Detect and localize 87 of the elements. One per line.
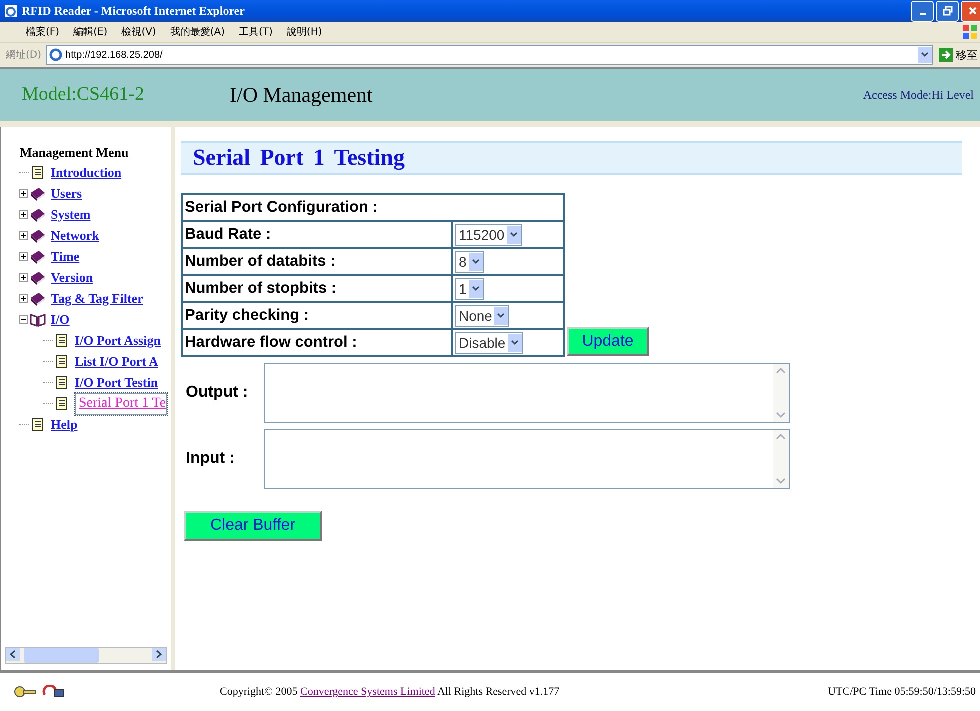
arrow-right-icon	[939, 48, 953, 62]
go-button[interactable]: 移至	[937, 48, 980, 62]
copyright-text: Copyright© 2005 Convergence Systems Limited All Rights Reserved v1.177	[220, 686, 561, 698]
dropdown[interactable]: 8	[455, 250, 484, 272]
output-label: Output :	[185, 384, 250, 402]
chevron-down-icon	[921, 52, 929, 58]
menu-item[interactable]: 我的最愛(A)	[170, 25, 225, 39]
horizontal-scrollbar[interactable]	[5, 647, 167, 664]
minimize-icon	[920, 13, 926, 15]
dropdown[interactable]: 1	[455, 278, 484, 300]
computer-icon	[42, 685, 66, 699]
close-button[interactable]	[961, 0, 980, 22]
key-icon	[14, 685, 38, 699]
menu-link[interactable]: I/O	[51, 312, 70, 328]
menu-link[interactable]: I/O Port Assign	[75, 332, 161, 348]
menu-link[interactable]: I/O Port Testin	[75, 374, 158, 390]
scroll-left-icon[interactable]	[6, 648, 20, 661]
dropdown-button[interactable]	[918, 47, 932, 63]
document-icon	[30, 166, 46, 180]
setting-label: Number of databits :	[182, 248, 452, 275]
update-button[interactable]: Update	[567, 327, 649, 356]
document-icon	[30, 418, 46, 432]
book-icon	[30, 186, 46, 200]
window-title: RFID Reader - Microsoft Internet Explorer	[22, 4, 246, 18]
menu-item[interactable]: 檢視(V)	[122, 25, 156, 39]
setting-label: Parity checking :	[182, 302, 452, 329]
menu-link[interactable]: Network	[51, 228, 100, 244]
expand-icon[interactable]	[19, 210, 28, 219]
document-icon	[54, 376, 70, 390]
menu-link[interactable]: List I/O Port A	[75, 354, 158, 370]
expand-icon[interactable]	[19, 231, 28, 240]
company-link[interactable]: Convergence Systems Limited	[300, 686, 436, 698]
document-icon	[54, 396, 70, 410]
restore-button[interactable]	[936, 0, 959, 22]
book-icon	[30, 208, 46, 222]
address-label: 網址(D)	[6, 48, 42, 62]
book-icon	[30, 250, 46, 264]
chevron-down-icon	[497, 312, 506, 318]
collapse-icon[interactable]	[19, 315, 28, 324]
close-icon	[968, 6, 978, 16]
dropdown[interactable]: 115200	[455, 224, 522, 246]
address-field[interactable]: http://192.168.25.208/	[46, 45, 933, 65]
menu-link[interactable]: Users	[51, 186, 82, 202]
menu-item[interactable]: 工具(T)	[239, 25, 273, 39]
open-book-icon	[30, 312, 46, 326]
chevron-down-icon	[472, 286, 480, 292]
model-label: Model:CS461-2	[22, 84, 146, 106]
setting-label: Number of stopbits :	[182, 275, 452, 302]
scroll-right-icon[interactable]	[152, 648, 166, 661]
book-icon	[30, 270, 46, 284]
menu-link[interactable]: Version	[51, 270, 94, 286]
book-icon	[30, 228, 46, 242]
dropdown[interactable]: Disable	[455, 332, 523, 354]
windows-logo-icon	[962, 24, 978, 40]
dropdown[interactable]: None	[455, 304, 510, 326]
menu-title: Management Menu	[20, 145, 130, 161]
menu-link[interactable]: System	[51, 206, 91, 222]
expand-icon[interactable]	[19, 252, 28, 261]
access-mode: Access Mode:Hi Level	[863, 88, 974, 102]
section-title: I/O Management	[230, 82, 374, 108]
setting-label: Hardware flow control :	[182, 329, 452, 356]
expand-icon[interactable]	[19, 189, 28, 198]
menu-link[interactable]: Serial Port 1 Te	[75, 392, 168, 414]
minimize-button[interactable]	[911, 0, 934, 22]
chevron-down-icon	[472, 258, 480, 264]
menu-item[interactable]: 檔案(F)	[26, 25, 60, 39]
document-icon	[54, 334, 70, 348]
chevron-down-icon	[510, 340, 519, 346]
time-label: UTC/PC Time 05:59:50/13:59:50	[828, 686, 976, 698]
menu-link[interactable]: Tag & Tag Filter	[51, 290, 144, 306]
book-icon	[30, 292, 46, 306]
chevron-down-icon	[510, 232, 518, 238]
table-heading: Serial Port Configuration :	[182, 194, 564, 221]
menu-link[interactable]: Introduction	[51, 164, 122, 180]
document-icon	[54, 354, 70, 368]
restore-icon	[942, 6, 952, 16]
input-label: Input :	[185, 450, 236, 468]
menu-item[interactable]: 編輯(E)	[74, 25, 108, 39]
expand-icon[interactable]	[19, 273, 28, 282]
menu-item[interactable]: 說明(H)	[286, 25, 322, 39]
setting-label: Baud Rate :	[182, 221, 452, 248]
menu-link[interactable]: Time	[51, 248, 80, 264]
clear-buffer-button[interactable]: Clear Buffer	[184, 511, 322, 541]
menu-link[interactable]: Help	[51, 416, 78, 432]
page-heading: Serial Port 1 Testing	[181, 141, 962, 175]
browser-icon	[4, 4, 18, 18]
expand-icon[interactable]	[19, 294, 28, 303]
